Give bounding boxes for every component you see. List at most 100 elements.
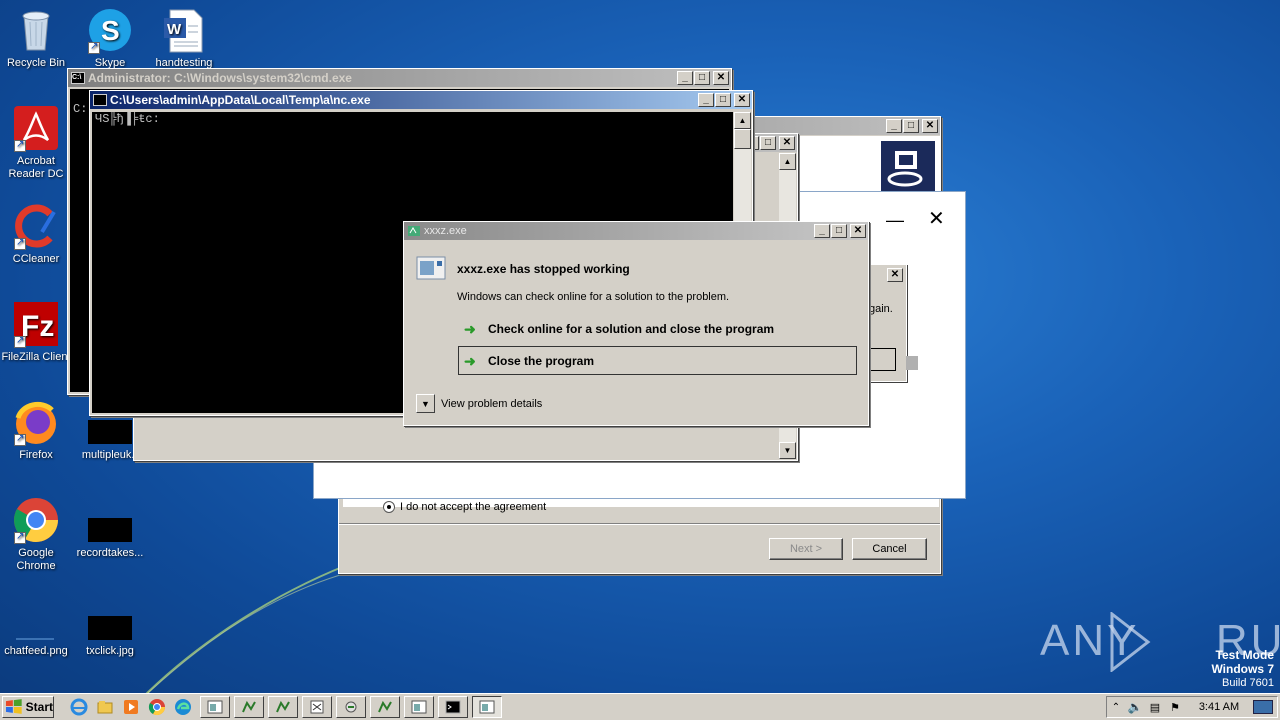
desktop-icon-chrome[interactable]: Google Chrome (0, 496, 74, 573)
minimize-button[interactable]: _ (698, 93, 714, 107)
minimize-button[interactable]: _ (886, 119, 902, 133)
error-dialog-title: xxxz.exe (424, 225, 467, 237)
clock[interactable]: 3:41 AM (1185, 701, 1253, 713)
error-dialog-titlebar[interactable]: xxxz.exe _ □ ✕ (404, 222, 868, 240)
desktop-icon-firefox[interactable]: Firefox (0, 398, 74, 462)
close-button[interactable]: ✕ (850, 224, 866, 238)
desktop-icon-label: Google Chrome (16, 547, 56, 572)
edge-icon[interactable] (170, 696, 196, 718)
error-message: Windows can check online for a solution … (457, 291, 730, 303)
error-heading: xxxz.exe has stopped working (457, 262, 630, 276)
desktop-icon-label: Firefox (19, 449, 53, 461)
modern-minimize-icon[interactable]: — (886, 210, 904, 231)
shortcut-arrow-icon (14, 138, 26, 152)
test-mode-watermark: Test Mode Windows 7 Build 7601 (1211, 648, 1274, 690)
modern-close-icon[interactable]: ✕ (928, 206, 945, 231)
check-online-label: Check online for a solution and close th… (488, 322, 775, 336)
desktop-icon-label: CCleaner (12, 253, 60, 265)
taskbar-window-button[interactable] (336, 696, 366, 718)
taskbar-window-button[interactable] (404, 696, 434, 718)
shortcut-arrow-icon (88, 40, 100, 54)
message-text-fragment: gain. (869, 303, 893, 315)
desktop-icon-ccleaner[interactable]: CCleaner (0, 202, 74, 266)
close-program-label: Close the program (488, 353, 595, 368)
cancel-button[interactable]: Cancel (852, 538, 927, 560)
close-button[interactable]: ✕ (922, 119, 938, 133)
close-button[interactable]: ✕ (734, 93, 750, 107)
skype-icon: S (86, 6, 134, 54)
media-player-icon[interactable] (118, 696, 144, 718)
progress-stub (906, 356, 918, 370)
scroll-up-icon[interactable]: ▲ (779, 153, 796, 170)
scroll-down-icon[interactable]: ▼ (779, 442, 796, 459)
ie-icon[interactable] (66, 696, 92, 718)
taskbar-window-button[interactable] (268, 696, 298, 718)
desktop-icon-label: Acrobat Reader DC (8, 155, 64, 180)
taskbar-window-button[interactable] (234, 696, 264, 718)
taskbar-window-button[interactable] (302, 696, 332, 718)
desktop-icon-label: chatfeed.png (4, 645, 68, 657)
desktop-icon-handtesting[interactable]: W handtesting (146, 6, 222, 70)
show-desktop-icon[interactable] (1253, 700, 1273, 714)
desktop-icon-recycle-bin[interactable]: Recycle Bin (0, 6, 74, 70)
nc-titlebar[interactable]: C:\Users\admin\AppData\Local\Temp\a\nc.e… (90, 91, 752, 109)
black-thumbnail-icon (86, 594, 134, 642)
volume-icon[interactable]: 🔈 (1125, 700, 1145, 714)
error-dialog[interactable]: xxxz.exe _ □ ✕ xxxz.exe has stopped work… (403, 221, 869, 426)
desktop-icon-skype[interactable]: S Skype (72, 6, 148, 70)
reject-radio-label: I do not accept the agreement (400, 501, 547, 513)
minimize-button[interactable]: _ (677, 71, 693, 85)
chrome-taskbar-icon[interactable] (144, 696, 170, 718)
svg-text:S: S (101, 15, 120, 46)
maximize-button[interactable]: □ (715, 93, 731, 107)
taskbar-window-button[interactable] (370, 696, 400, 718)
next-button[interactable]: Next > (769, 538, 843, 560)
installer-footer-divider (339, 523, 940, 525)
word-document-icon: W (160, 6, 208, 54)
close-button[interactable]: ✕ (713, 71, 729, 85)
cmd-title: Administrator: C:\Windows\system32\cmd.e… (88, 71, 352, 85)
close-button[interactable]: ✕ (779, 136, 795, 150)
show-hidden-icons-chevron-icon[interactable]: ⌃ (1107, 702, 1125, 713)
minimize-button[interactable]: _ (814, 224, 830, 238)
desktop-icon-recordtakes[interactable]: recordtakes... (72, 496, 148, 560)
network-icon[interactable]: ▤ (1145, 701, 1165, 714)
action-center-flag-icon[interactable]: ⚑ (1165, 701, 1185, 714)
desktop-icon-chatfeed[interactable]: chatfeed.png (0, 594, 74, 658)
explorer-folder-icon[interactable] (92, 696, 118, 718)
desktop-icon-acrobat[interactable]: Acrobat Reader DC (0, 104, 74, 181)
taskbar-active-window-button[interactable] (472, 696, 502, 718)
console-icon: C:\ (71, 72, 85, 84)
maximize-button[interactable]: □ (694, 71, 710, 85)
taskbar-window-button[interactable] (200, 696, 230, 718)
maximize-button[interactable]: □ (903, 119, 919, 133)
scroll-up-icon[interactable]: ▲ (734, 112, 751, 129)
taskbar-cmd-button[interactable] (438, 696, 468, 718)
error-dialog-body: xxxz.exe has stopped working Windows can… (404, 241, 868, 425)
watermark-line2: Windows 7 (1211, 662, 1274, 676)
desktop-icon-label: Recycle Bin (6, 57, 66, 69)
system-tray: ⌃ 🔈 ▤ ⚑ 3:41 AM (1106, 696, 1278, 718)
desktop-icon-label: FileZilla Client (1, 351, 71, 363)
close-program-option[interactable]: ➜ Close the program (458, 346, 857, 375)
console-icon (93, 94, 107, 106)
start-button[interactable]: Start (2, 696, 54, 718)
svg-text:W: W (167, 21, 182, 38)
view-details-toggle[interactable]: ▼ View problem details (416, 394, 542, 413)
shortcut-arrow-icon (14, 432, 26, 446)
recycle-bin-icon (12, 6, 60, 54)
desktop-icon-label: txclick.jpg (86, 645, 134, 657)
nc-console-text: ЧЅ╠ђ▐╞ŧc: (95, 112, 160, 126)
maximize-button[interactable]: □ (831, 224, 847, 238)
desktop-icon-filezilla[interactable]: Fz FileZilla Client (0, 300, 74, 364)
message-box-button[interactable] (869, 348, 896, 371)
reject-radio[interactable]: I do not accept the agreement (383, 501, 546, 513)
desktop-icon-txclick[interactable]: txclick.jpg (72, 594, 148, 658)
check-online-option[interactable]: ➜ Check online for a solution and close … (464, 322, 774, 336)
close-button[interactable]: ✕ (887, 268, 903, 282)
cmd-titlebar[interactable]: C:\ Administrator: C:\Windows\system32\c… (68, 69, 731, 87)
acrobat-icon (12, 104, 60, 152)
scroll-thumb[interactable] (734, 129, 751, 149)
green-arrow-icon: ➜ (464, 321, 476, 337)
maximize-button[interactable]: □ (760, 136, 776, 150)
